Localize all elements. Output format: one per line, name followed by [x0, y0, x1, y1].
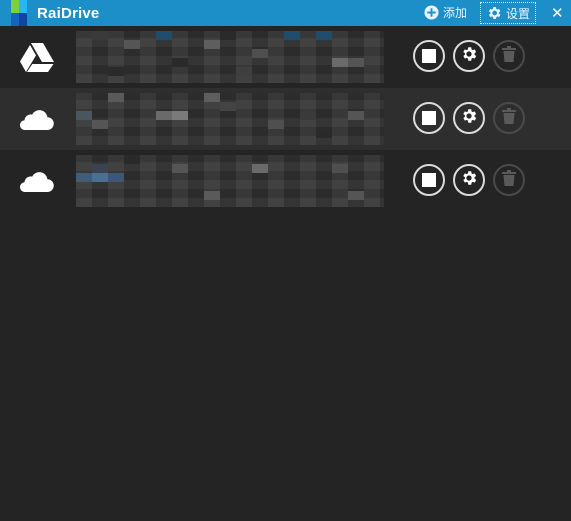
close-icon: ✕ — [551, 5, 564, 22]
drive-info — [76, 155, 384, 207]
gear-icon — [460, 107, 478, 130]
drive-info — [76, 93, 384, 145]
trash-icon — [502, 45, 516, 67]
stop-icon — [422, 111, 436, 125]
cloud-icon — [20, 104, 54, 134]
app-title: RaiDrive — [37, 5, 100, 22]
drive-row[interactable] — [0, 150, 571, 212]
drive-info — [76, 31, 384, 83]
disconnect-button[interactable] — [413, 102, 445, 134]
stop-icon — [422, 49, 436, 63]
privacy-mask — [76, 93, 384, 145]
plus-circle-icon — [424, 4, 439, 20]
raidrive-window: RaiDrive 添加 设置 ✕ — [0, 0, 571, 521]
raidrive-logo — [11, 0, 27, 26]
drive-actions — [413, 40, 525, 76]
stop-icon — [422, 173, 436, 187]
settings-label: 设置 — [506, 6, 531, 21]
drive-row[interactable] — [0, 88, 571, 150]
drive-actions — [413, 164, 525, 200]
gear-icon — [460, 45, 478, 68]
privacy-mask — [76, 155, 384, 207]
delete-button[interactable] — [493, 40, 525, 72]
gear-icon — [486, 5, 502, 21]
title-bar: RaiDrive 添加 设置 ✕ — [0, 0, 571, 26]
delete-button[interactable] — [493, 164, 525, 196]
trash-icon — [502, 107, 516, 129]
drive-settings-button[interactable] — [453, 102, 485, 134]
close-button[interactable]: ✕ — [551, 3, 564, 23]
trash-icon — [502, 169, 516, 191]
drive-list — [0, 26, 571, 212]
settings-button[interactable]: 设置 — [480, 2, 537, 24]
cloud-icon — [20, 166, 54, 196]
add-label: 添加 — [443, 5, 468, 20]
disconnect-button[interactable] — [413, 40, 445, 72]
privacy-mask — [76, 31, 384, 83]
drive-settings-button[interactable] — [453, 40, 485, 72]
drive-settings-button[interactable] — [453, 164, 485, 196]
drive-actions — [413, 102, 525, 138]
google-drive-icon — [20, 42, 54, 72]
delete-button[interactable] — [493, 102, 525, 134]
gear-icon — [460, 169, 478, 192]
disconnect-button[interactable] — [413, 164, 445, 196]
add-button[interactable]: 添加 — [424, 2, 467, 22]
drive-row[interactable] — [0, 26, 571, 88]
